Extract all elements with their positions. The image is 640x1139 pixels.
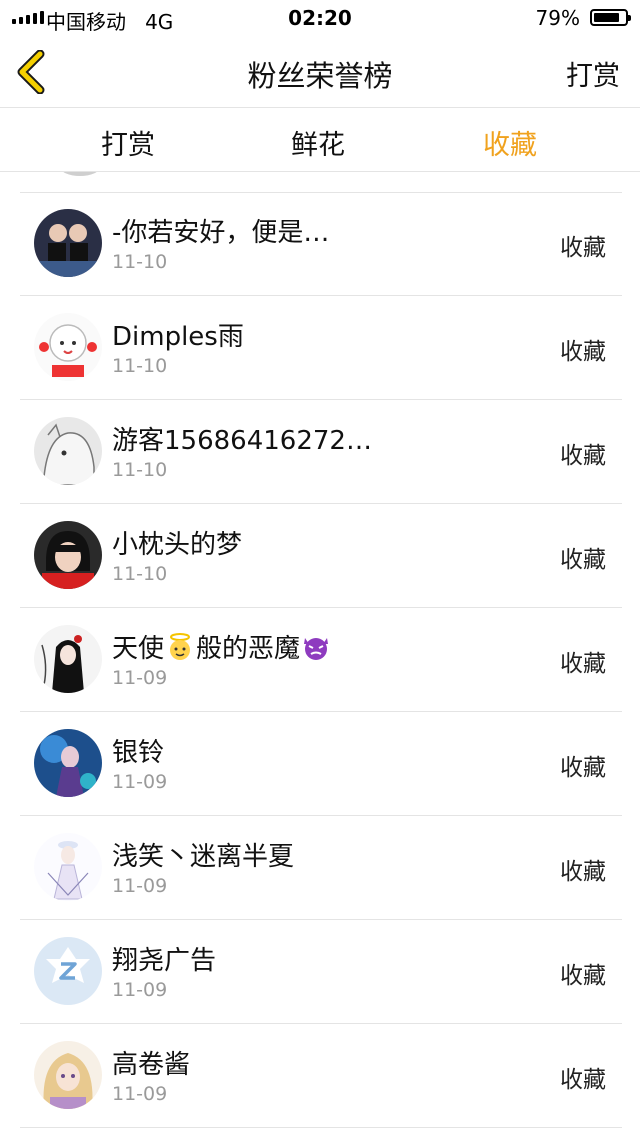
- avatar[interactable]: [34, 417, 102, 485]
- battery-percent: 79%: [535, 6, 580, 30]
- avatar[interactable]: [34, 833, 102, 901]
- list-item[interactable]: 翔尧广告 11-09 收藏: [20, 920, 622, 1024]
- list-item[interactable]: 银铃 11-09 收藏: [20, 712, 622, 816]
- action-label: 收藏: [560, 1067, 606, 1093]
- user-name: 高卷酱: [112, 1050, 191, 1080]
- date-label: 11-10: [112, 251, 168, 273]
- avatar[interactable]: [34, 521, 102, 589]
- nav-bar: 粉丝荣誉榜 打赏: [0, 36, 640, 108]
- fan-list[interactable]: -你若安好，便是… 11-10 收藏 Dimples雨 11-10 收藏 游客1…: [0, 172, 640, 1139]
- date-label: 11-09: [112, 979, 168, 1001]
- avatar[interactable]: [34, 209, 102, 277]
- avatar[interactable]: [34, 625, 102, 693]
- list-item[interactable]: 高卷酱 11-09 收藏: [20, 1024, 622, 1128]
- devil-emoji-icon: [300, 632, 332, 669]
- reward-button[interactable]: 打赏: [566, 54, 620, 93]
- action-label: 收藏: [560, 235, 606, 261]
- action-label: 收藏: [560, 443, 606, 469]
- user-name: 小枕头的梦: [112, 530, 243, 560]
- status-bar: 中国移动 4G 02:20 79%: [0, 0, 640, 36]
- user-name: 天使 般的恶魔: [112, 628, 332, 669]
- action-label: 收藏: [560, 859, 606, 885]
- user-name: 游客15686416272…: [112, 426, 372, 456]
- list-item[interactable]: 游客15686416272… 11-10 收藏: [20, 400, 622, 504]
- avatar[interactable]: [34, 313, 102, 381]
- date-label: 11-10: [112, 459, 168, 481]
- battery-icon: [590, 9, 631, 26]
- list-item[interactable]: 天使 般的恶魔 11-09 收藏: [20, 608, 622, 712]
- list-item[interactable]: 浅笑丶迷离半夏 11-09 收藏: [20, 816, 622, 920]
- action-label: 收藏: [560, 339, 606, 365]
- list-item[interactable]: 小枕头的梦 11-10 收藏: [20, 504, 622, 608]
- action-label: 收藏: [560, 755, 606, 781]
- date-label: 11-09: [112, 771, 168, 793]
- list-item[interactable]: Dimples雨 11-10 收藏: [20, 296, 622, 400]
- user-name: 浅笑丶迷离半夏: [112, 842, 295, 872]
- date-label: 11-10: [112, 355, 168, 377]
- action-label: 收藏: [560, 963, 606, 989]
- avatar[interactable]: [34, 729, 102, 797]
- user-name: 银铃: [112, 738, 165, 768]
- date-label: 11-09: [112, 1083, 168, 1105]
- angel-emoji-icon: [164, 632, 196, 669]
- tab-favorites[interactable]: 收藏: [430, 123, 590, 162]
- date-label: 11-09: [112, 667, 168, 689]
- user-name: Dimples雨: [112, 322, 244, 352]
- tab-flowers[interactable]: 鲜花: [238, 123, 398, 162]
- date-label: 11-10: [112, 563, 168, 585]
- date-label: 11-09: [112, 875, 168, 897]
- tab-bar: 打赏 鲜花 收藏: [0, 108, 640, 172]
- avatar[interactable]: [34, 1041, 102, 1109]
- list-item-partial: [20, 172, 622, 193]
- user-name: -你若安好，便是…: [112, 218, 330, 248]
- avatar[interactable]: [34, 937, 102, 1005]
- action-label: 收藏: [560, 651, 606, 677]
- action-label: 收藏: [560, 547, 606, 573]
- user-name: 翔尧广告: [112, 946, 217, 976]
- list-item[interactable]: -你若安好，便是… 11-10 收藏: [20, 192, 622, 296]
- page-title: 粉丝荣誉榜: [247, 59, 393, 93]
- tab-reward[interactable]: 打赏: [48, 123, 208, 162]
